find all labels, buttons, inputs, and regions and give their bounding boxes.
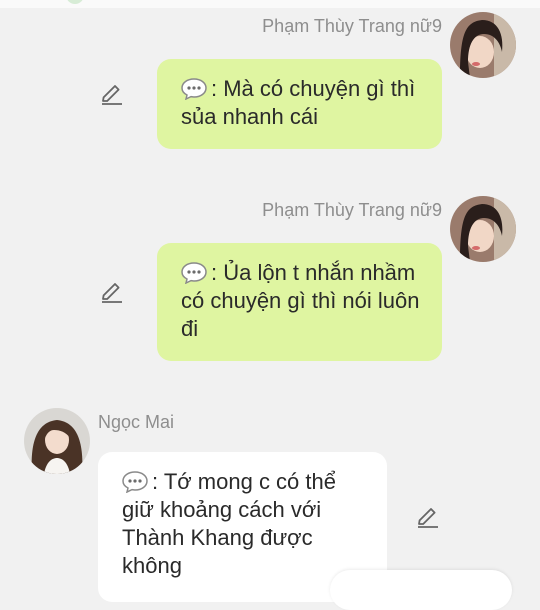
message-bubble[interactable]: : Mà có chuyện gì thì sủa nhanh cái — [157, 59, 442, 149]
message-bubble[interactable]: : Ủa lộn t nhắn nhầm có chuyện gì thì nó… — [157, 243, 442, 361]
edit-pencil-icon[interactable] — [99, 279, 125, 305]
message-text: : Ủa lộn t nhắn nhầm có chuyện gì thì nó… — [181, 260, 420, 341]
message-text: : Tớ mong c có thể giữ khoảng cách với T… — [122, 469, 336, 578]
sender-name: Ngọc Mai — [98, 412, 175, 432]
speech-bubble-icon — [181, 78, 207, 100]
message-text: : Mà có chuyện gì thì sủa nhanh cái — [181, 76, 416, 129]
speech-bubble-icon — [122, 471, 148, 493]
edit-pencil-icon[interactable] — [415, 504, 441, 530]
avatar-trang-2[interactable] — [450, 196, 516, 262]
sender-name: Phạm Thùy Trang nữ9 — [262, 200, 442, 220]
edit-pencil-icon[interactable] — [99, 81, 125, 107]
avatar-ngoc-mai[interactable] — [24, 408, 90, 474]
speech-bubble-icon — [181, 262, 207, 284]
partial-overlay-card[interactable] — [330, 570, 512, 610]
avatar-trang-1[interactable] — [450, 12, 516, 78]
sender-name: Phạm Thùy Trang nữ9 — [262, 16, 442, 36]
